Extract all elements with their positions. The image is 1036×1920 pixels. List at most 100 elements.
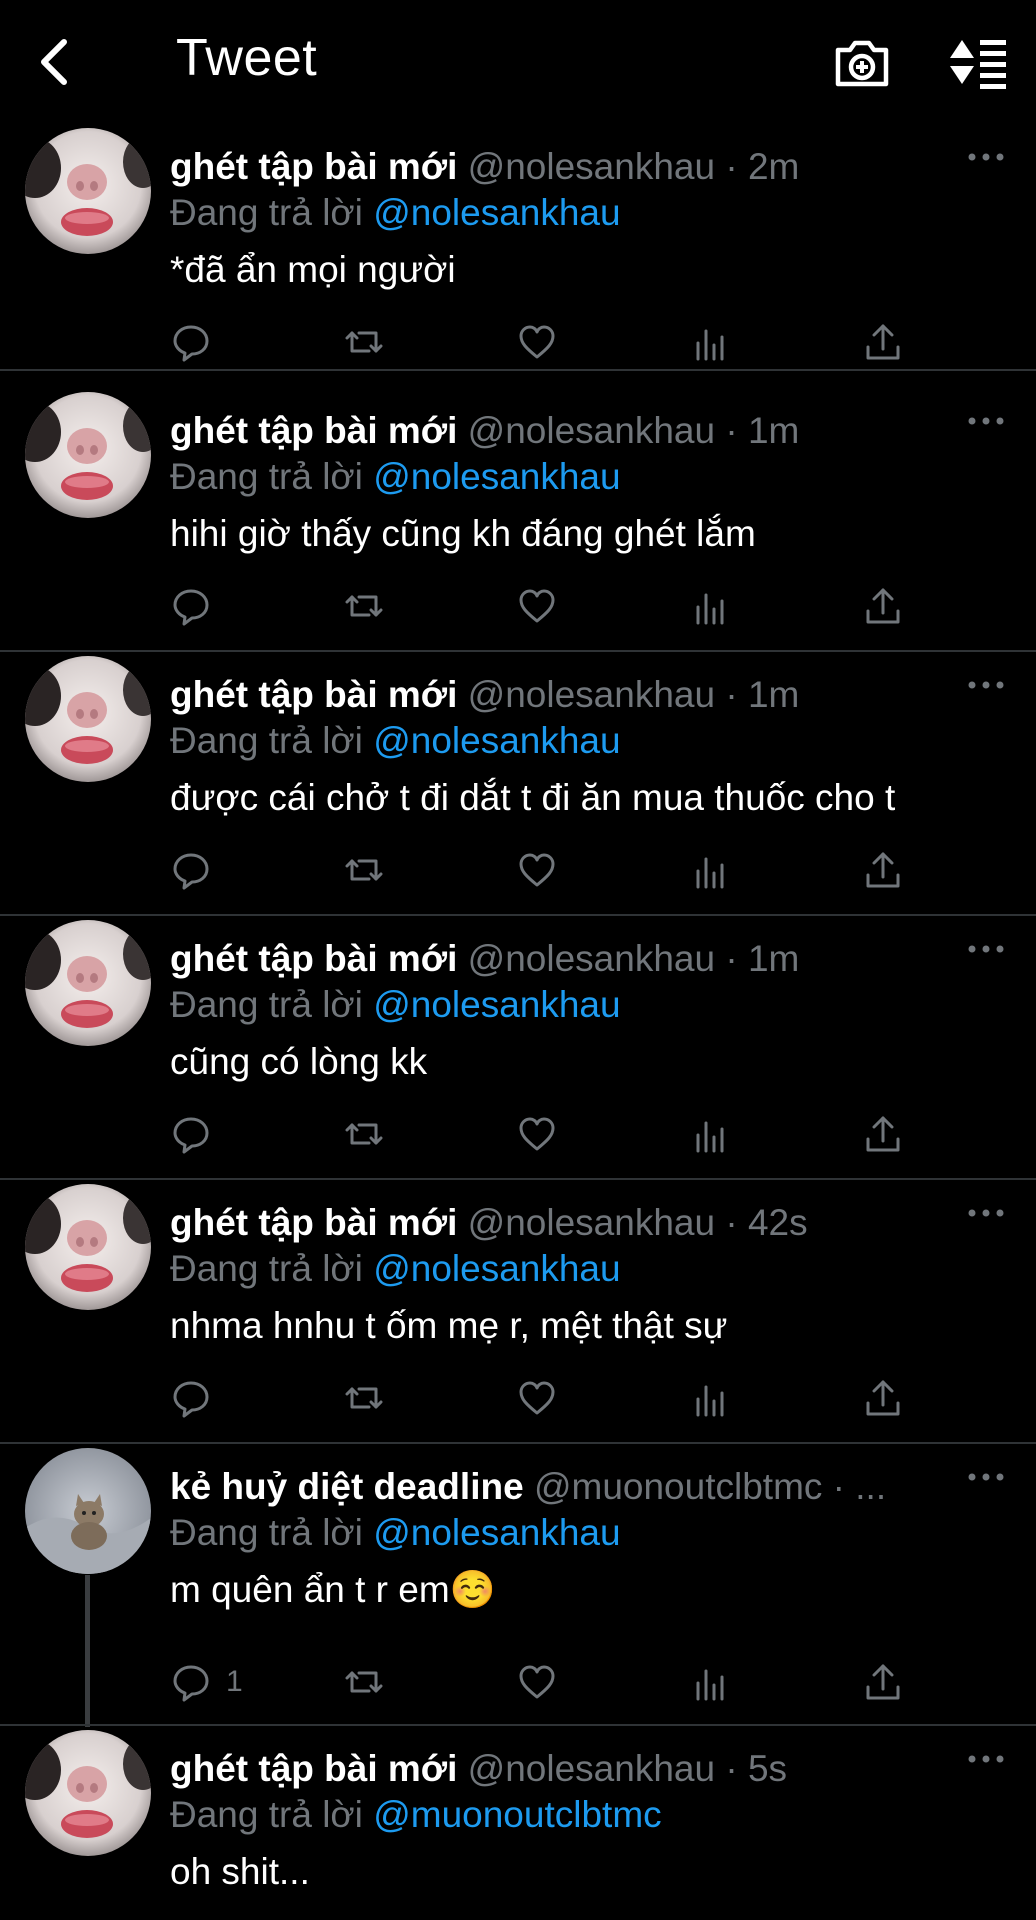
mention-link[interactable]: @nolesankhau [373,192,620,233]
retweet-icon [345,595,383,617]
retweet-button[interactable] [343,576,385,636]
tweet-header: ghét tập bài mới @nolesankhau · 1m [170,936,940,982]
reply-button[interactable]: 1 [170,1652,243,1712]
like-button[interactable] [516,1368,558,1428]
like-button[interactable] [516,576,558,636]
camera-icon [835,40,889,87]
analytics-icon [696,1121,724,1153]
reply-button[interactable] [170,576,226,636]
avatar[interactable] [25,920,151,1046]
tweet-row[interactable]: ghét tập bài mới @nolesankhau · 5s Đang t… [0,1726,1036,1920]
like-button[interactable] [516,1652,558,1712]
share-button[interactable] [862,1368,904,1428]
analytics-icon [696,1385,724,1417]
stats-button[interactable] [689,312,731,372]
retweet-button[interactable] [343,1104,385,1164]
display-name[interactable]: ghét tập bài mới [170,1202,457,1243]
retweet-button[interactable] [343,1652,385,1712]
display-name[interactable]: kẻ huỷ diệt deadline [170,1466,524,1507]
avatar[interactable] [25,1184,151,1310]
display-name[interactable]: ghét tập bài mới [170,410,457,451]
reply-icon [173,325,209,362]
display-name[interactable]: ghét tập bài mới [170,146,457,187]
reply-button[interactable] [170,840,226,900]
stats-button[interactable] [689,1652,731,1712]
reply-button[interactable] [170,312,226,372]
more-options-button[interactable] [966,938,1006,960]
tweet-actions: 1 [0,1652,1036,1712]
share-button[interactable] [862,312,904,372]
user-handle[interactable]: @nolesankhau [468,674,715,715]
avatar[interactable] [25,392,151,518]
sort-button[interactable] [944,30,1010,94]
retweet-button[interactable] [343,840,385,900]
user-handle[interactable]: @nolesankhau [468,146,715,187]
heart-icon [519,853,555,887]
reply-button[interactable] [170,1368,226,1428]
tweet-row[interactable]: ghét tập bài mới @nolesankhau · 2m Đang t… [0,124,1036,371]
share-button[interactable] [862,1652,904,1712]
replying-to-label: Đang trả lời [170,984,363,1025]
replying-to-label: Đang trả lời [170,1794,363,1835]
mention-link[interactable]: @nolesankhau [373,720,620,761]
user-handle[interactable]: @muonoutclbtmc [534,1466,822,1507]
mention-link[interactable]: @nolesankhau [373,456,620,497]
mention-link[interactable]: @nolesankhau [373,984,620,1025]
tweet-row[interactable]: ghét tập bài mới @nolesankhau · 1m Đang t… [0,916,1036,1180]
share-button[interactable] [862,576,904,636]
timestamp: · 5s [725,1748,788,1789]
user-handle[interactable]: @nolesankhau [468,938,715,979]
tweet-row[interactable]: ghét tập bài mới @nolesankhau · 1m Đang t… [0,388,1036,652]
reply-button[interactable] [170,1104,226,1164]
replying-to-label: Đang trả lời [170,456,363,497]
share-button[interactable] [862,1104,904,1164]
tweet-row[interactable]: ghét tập bài mới @nolesankhau · 1m Đang t… [0,652,1036,916]
avatar[interactable] [25,128,151,254]
mention-link[interactable]: @muonoutclbtmc [373,1794,661,1835]
replying-to: Đang trả lời @muonoutclbtmc [170,1792,662,1838]
mention-link[interactable]: @nolesankhau [373,1512,620,1553]
display-name[interactable]: ghét tập bài mới [170,1748,457,1789]
retweet-icon [345,1123,383,1145]
like-button[interactable] [516,840,558,900]
like-button[interactable] [516,312,558,372]
tweet-row[interactable]: kẻ huỷ diệt deadline @muonoutclbtmc · ..… [0,1444,1036,1726]
tweet-row[interactable]: ghét tập bài mới @nolesankhau · 42s Đang … [0,1180,1036,1444]
replying-to-label: Đang trả lời [170,192,363,233]
tweet-text: m quên ẩn t r em☺️ [170,1569,496,1610]
mention-link[interactable]: @nolesankhau [373,1248,620,1289]
stats-button[interactable] [689,1368,731,1428]
more-options-button[interactable] [966,674,1006,696]
share-button[interactable] [862,840,904,900]
retweet-button[interactable] [343,1368,385,1428]
display-name[interactable]: ghét tập bài mới [170,674,457,715]
tweet-text: hihi giờ thấy cũng kh đáng ghét lắm [170,513,756,554]
more-options-button[interactable] [966,410,1006,432]
more-options-button[interactable] [966,1202,1006,1224]
avatar[interactable] [25,1448,151,1574]
display-name[interactable]: ghét tập bài mới [170,938,457,979]
more-options-button[interactable] [966,146,1006,168]
stats-button[interactable] [689,840,731,900]
replying-to: Đang trả lời @nolesankhau [170,190,621,236]
camera-button[interactable] [830,30,894,94]
user-handle[interactable]: @nolesankhau [468,1202,715,1243]
like-button[interactable] [516,1104,558,1164]
replying-to-label: Đang trả lời [170,720,363,761]
avatar[interactable] [25,656,151,782]
more-options-button[interactable] [966,1748,1006,1770]
more-icon [968,417,1004,425]
avatar[interactable] [25,1730,151,1856]
back-button[interactable] [30,30,86,94]
stats-button[interactable] [689,576,731,636]
stats-button[interactable] [689,1104,731,1164]
analytics-icon [696,857,724,889]
more-options-button[interactable] [966,1466,1006,1488]
replying-to: Đang trả lời @nolesankhau [170,718,621,764]
heart-icon [519,589,555,623]
timestamp: · 1m [725,938,800,979]
user-handle[interactable]: @nolesankhau [468,410,715,451]
tweet-header: ghét tập bài mới @nolesankhau · 5s [170,1746,940,1792]
retweet-button[interactable] [343,312,385,372]
user-handle[interactable]: @nolesankhau [468,1748,715,1789]
